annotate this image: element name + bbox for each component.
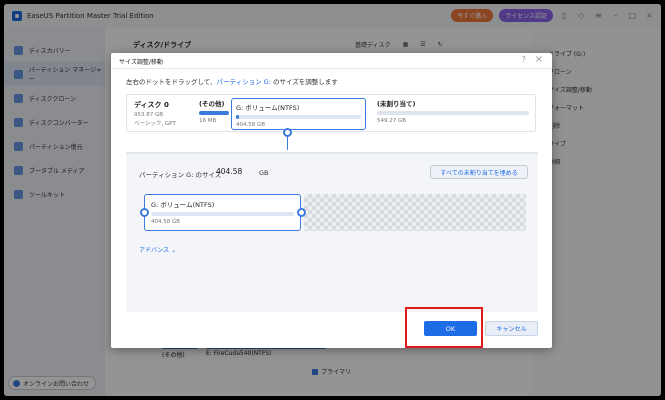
resize-panel: パーティション G: のサイズ 404.58 GB すべての未割り当てを埋める … xyxy=(126,152,538,312)
resize-slider: G: ボリューム(NTFS) 404.58 GB xyxy=(140,194,526,232)
disk-type: ベーシック, GPT xyxy=(134,121,176,127)
partition-unallocated[interactable]: (未割り当て) 549.27 GB xyxy=(373,98,533,130)
size-value-input[interactable]: 404.58 xyxy=(216,167,242,176)
dialog-title: サイズ調整/移動 xyxy=(119,59,163,66)
disk-size: 953.87 GB xyxy=(134,112,164,118)
dialog-close-icon[interactable]: × xyxy=(535,54,543,65)
fill-unallocated-button[interactable]: すべての未割り当てを埋める xyxy=(430,165,528,179)
instruction-text: 左右のドットをドラッグして、パーティション G: のサイズを調整します xyxy=(126,78,338,86)
slider-unallocated-area xyxy=(304,194,526,231)
size-unit: GB xyxy=(259,169,269,177)
pointer-handle xyxy=(283,128,292,137)
partition-other[interactable]: (その他) 16 MB xyxy=(199,98,229,130)
cancel-button[interactable]: キャンセル xyxy=(485,321,538,336)
help-icon[interactable]: ? xyxy=(522,55,526,64)
disk-name: ディスク 0 xyxy=(134,101,169,109)
left-resize-handle[interactable] xyxy=(140,208,149,217)
advanced-toggle[interactable]: アドバンス ⌄ xyxy=(139,245,176,254)
dialog-divider xyxy=(111,68,552,69)
slider-partition-g[interactable]: G: ボリューム(NTFS) 404.58 GB xyxy=(144,194,301,231)
partition-g-selected[interactable]: G: ボリューム(NTFS) 404.58 GB xyxy=(231,98,366,130)
disk-map: ディスク 0 953.87 GB ベーシック, GPT (その他) 16 MB … xyxy=(126,94,536,132)
ok-highlight-box xyxy=(405,307,483,348)
disk-info: ディスク 0 953.87 GB ベーシック, GPT xyxy=(134,100,176,128)
resize-move-dialog: サイズ調整/移動 ? × 左右のドットをドラッグして、パーティション G: のサ… xyxy=(111,53,552,348)
chevron-down-icon: ⌄ xyxy=(171,247,177,254)
size-label: パーティション G: のサイズ xyxy=(139,171,222,179)
right-resize-handle[interactable] xyxy=(297,208,306,217)
